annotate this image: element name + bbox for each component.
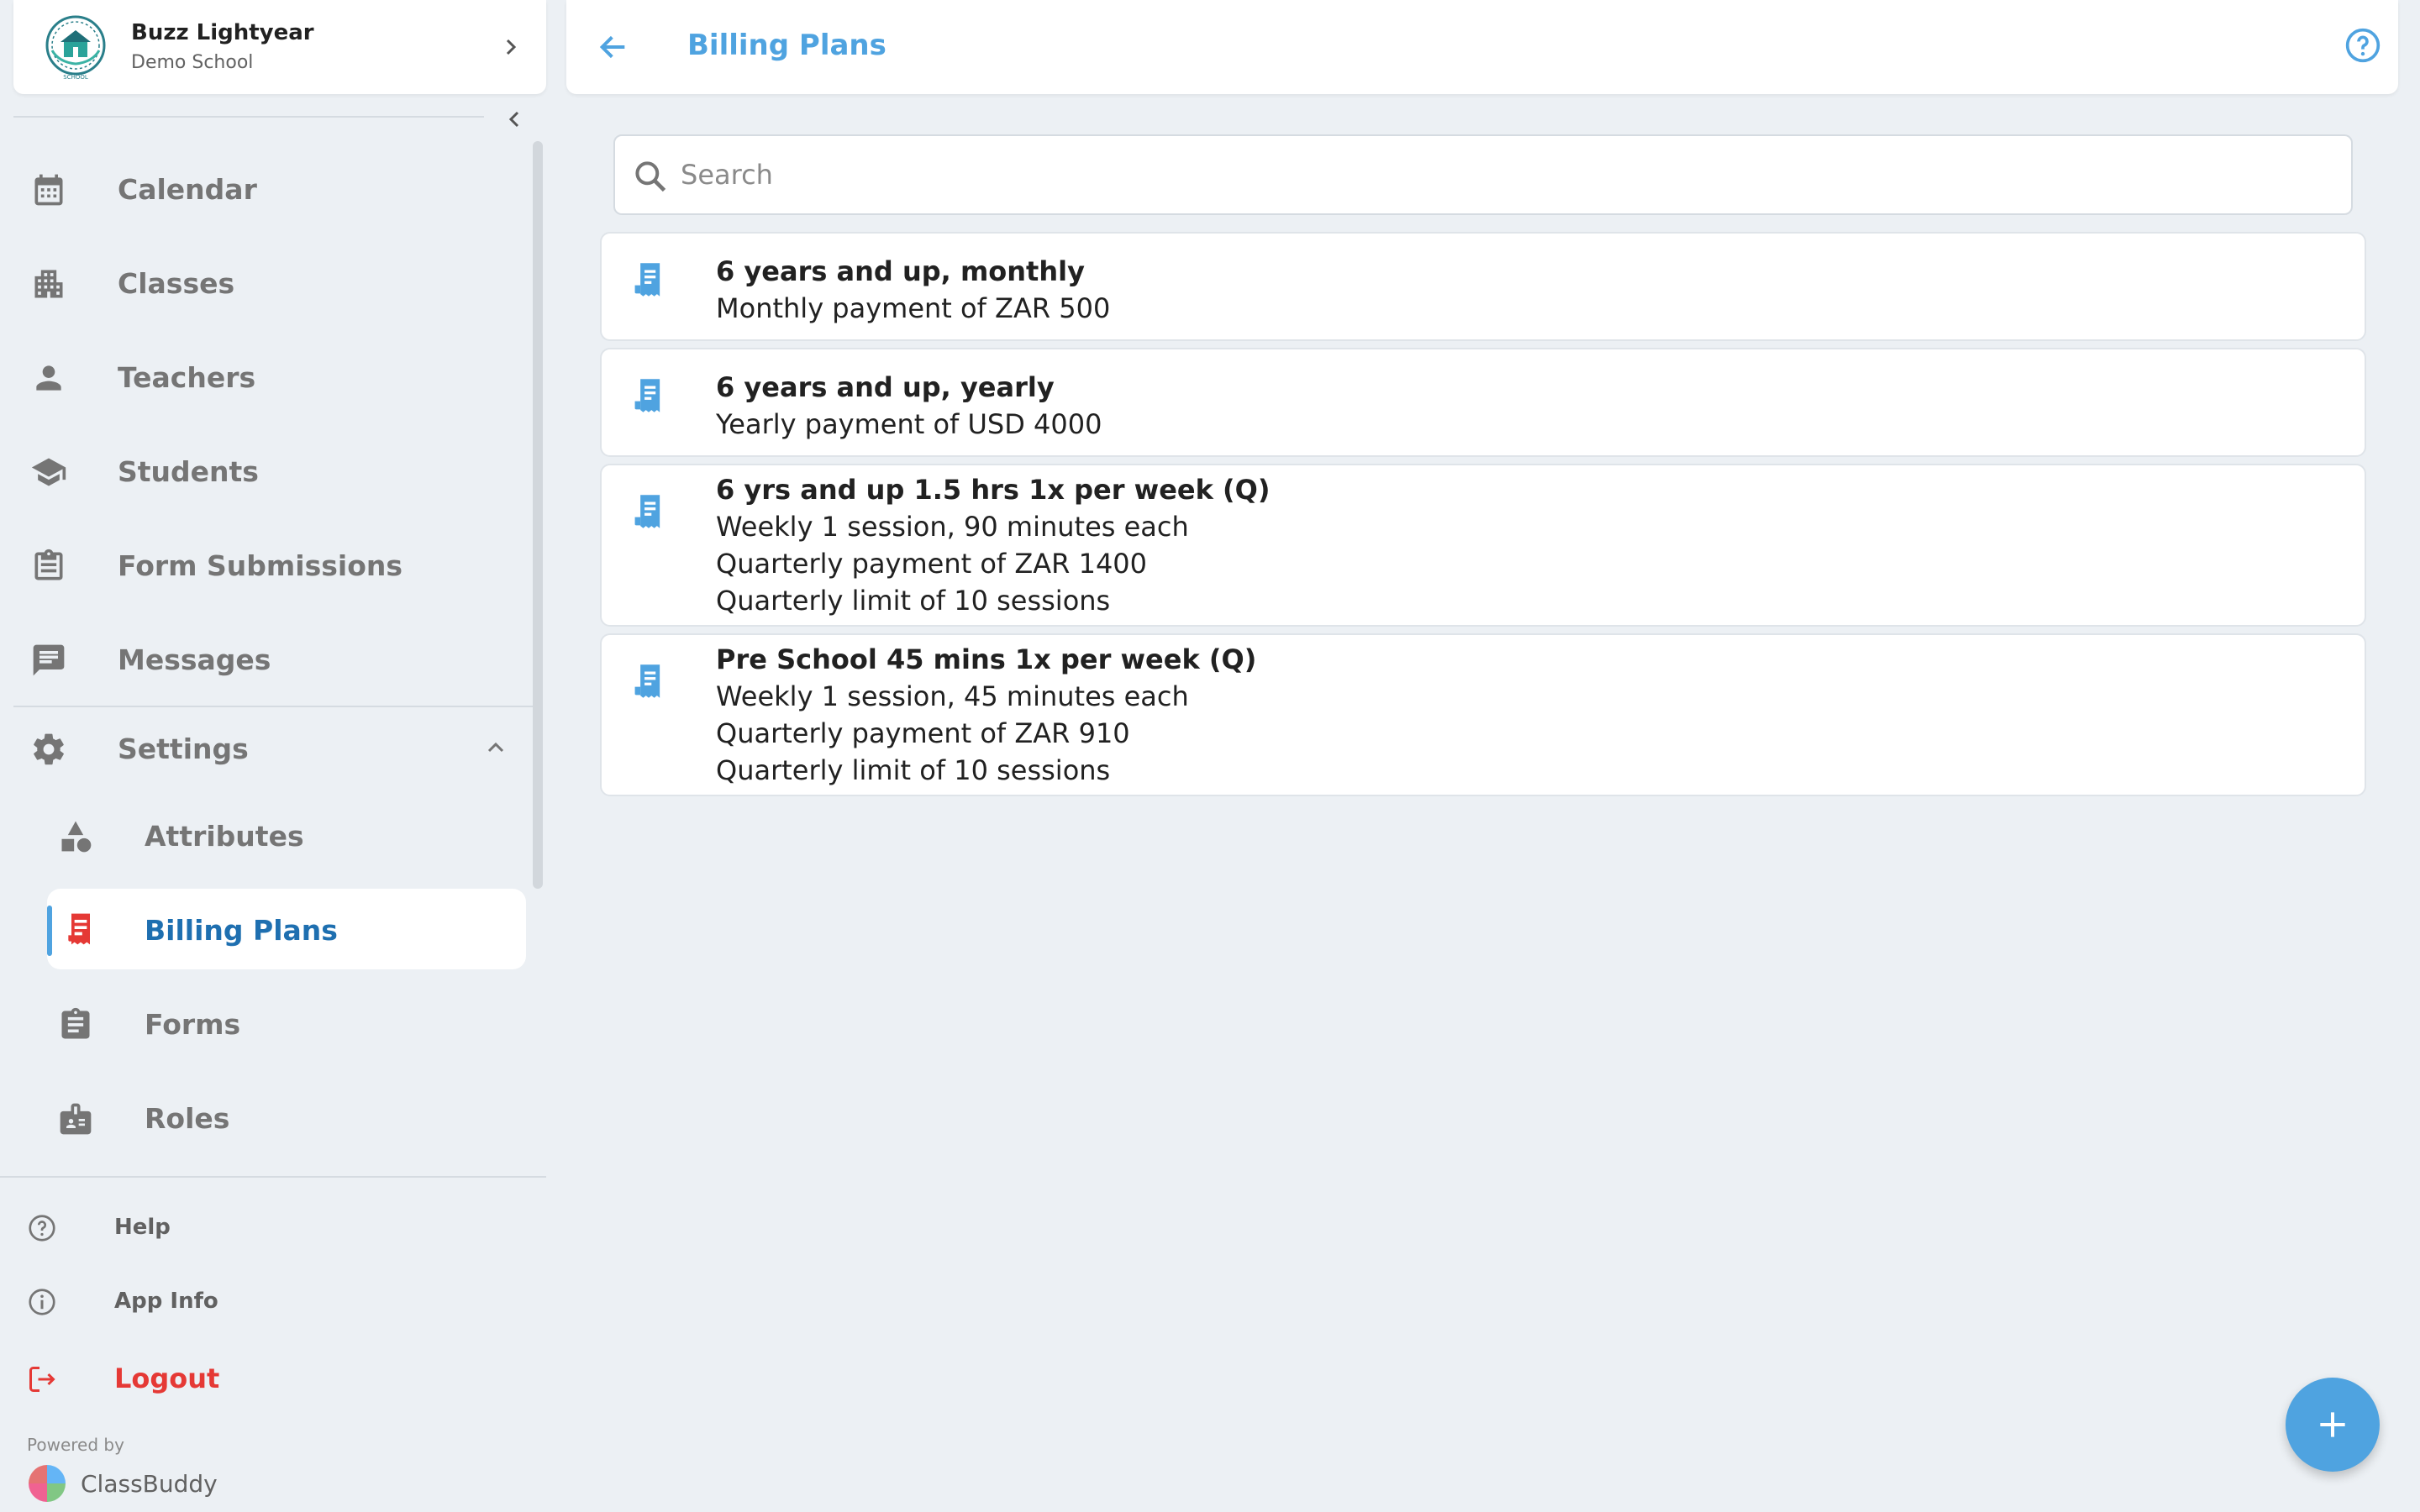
profile-card[interactable]: SCHOOL Buzz Lightyear Demo School [13,0,546,94]
search-bar[interactable] [613,134,2353,215]
chevron-up-icon[interactable] [482,734,509,761]
receipt-icon [634,263,660,297]
profile-name: Buzz Lightyear [131,20,314,45]
nav-item-teachers[interactable]: Teachers [13,343,518,410]
plan-detail: Quarterly limit of 10 sessions [716,585,1111,617]
nav-item-students[interactable]: Students [13,437,518,504]
nav-label: Roles [145,1102,230,1135]
list-item[interactable]: Pre School 45 mins 1x per week (Q) Weekl… [600,633,2366,796]
divider [0,1176,546,1178]
help-icon [29,1215,55,1242]
nav-item-classes[interactable]: Classes [13,249,518,316]
plan-title: 6 years and up, monthly [716,255,1085,287]
sidebar-item-billing-plans[interactable]: Billing Plans [47,889,526,969]
search-input[interactable] [681,151,2328,198]
clipboard-list-icon [34,549,63,580]
receipt-icon [634,664,660,698]
nav-item-settings[interactable]: Settings [13,714,518,781]
plan-detail: Quarterly payment of ZAR 1400 [716,548,1148,580]
list-item[interactable]: 6 yrs and up 1.5 hrs 1x per week (Q) Wee… [600,464,2366,627]
powered-by-label: Powered by [27,1435,124,1455]
sidebar-scrollbar[interactable] [533,141,543,889]
plan-detail: Weekly 1 session, 90 minutes each [716,511,1189,543]
collapse-sidebar-icon[interactable] [501,106,528,133]
help-label: Help [114,1215,171,1240]
nav-label: Teachers [118,361,256,394]
gear-icon [34,733,64,765]
plan-title: 6 yrs and up 1.5 hrs 1x per week (Q) [716,474,1270,506]
nav-label: Classes [118,267,235,300]
plan-detail: Quarterly payment of ZAR 910 [716,717,1130,749]
svg-text:SCHOOL: SCHOOL [63,74,88,81]
plan-detail: Monthly payment of ZAR 500 [716,292,1111,324]
search-icon [635,161,666,192]
list-item[interactable]: 6 years and up, yearly Yearly payment of… [600,348,2366,457]
app-info-label: App Info [114,1289,218,1314]
person-icon [36,365,61,391]
active-indicator [47,906,52,956]
nav-label: Calendar [118,173,257,206]
plan-detail: Weekly 1 session, 45 minutes each [716,680,1189,712]
top-bar: Billing Plans [566,0,2398,94]
app-info-link[interactable]: App Info [13,1277,518,1327]
help-link[interactable]: Help [13,1203,518,1253]
nav-label: Students [118,455,259,488]
nav-label: Form Submissions [118,549,403,582]
logout-label: Logout [114,1362,220,1394]
brand-name: ClassBuddy [81,1470,218,1498]
clipboard-icon [61,1007,90,1039]
plan-title: 6 years and up, yearly [716,371,1055,403]
plan-detail: Yearly payment of USD 4000 [716,408,1102,440]
id-badge-icon [60,1103,92,1135]
nav-item-messages[interactable]: Messages [13,625,518,692]
sidebar-item-forms[interactable]: Forms [13,990,518,1057]
receipt-icon [634,495,660,528]
logout-icon [29,1367,55,1392]
message-icon [33,644,65,676]
sidebar-item-attributes[interactable]: Attributes [13,801,518,869]
nav-label: Attributes [145,820,304,853]
page-title: Billing Plans [687,29,886,62]
nav-label: Billing Plans [145,914,338,947]
back-arrow-icon[interactable] [597,30,630,64]
shapes-icon [61,821,92,853]
help-icon[interactable] [2344,27,2381,64]
nav-label: Forms [145,1008,241,1041]
receipt-icon [634,379,660,412]
nav-label: Settings [118,732,249,765]
classbuddy-logo-icon [29,1465,66,1502]
divider [13,116,484,118]
plan-title: Pre School 45 mins 1x per week (Q) [716,643,1257,675]
classes-icon [34,270,63,298]
nav-item-calendar[interactable]: Calendar [13,155,518,222]
school-logo-icon: SCHOOL [45,15,106,81]
sidebar-item-roles[interactable]: Roles [13,1084,518,1151]
nav-item-form-submissions[interactable]: Form Submissions [13,531,518,598]
profile-school: Demo School [131,52,254,73]
logout-button[interactable]: Logout [13,1354,518,1404]
graduation-cap-icon [31,458,66,486]
add-billing-plan-button[interactable] [2286,1378,2380,1472]
nav-label: Messages [118,643,271,676]
chevron-right-icon [506,39,517,55]
calendar-icon [34,174,63,206]
plus-icon [2320,1412,2345,1437]
info-icon [29,1289,55,1315]
list-item[interactable]: 6 years and up, monthly Monthly payment … [600,232,2366,341]
sidebar: SCHOOL Buzz Lightyear Demo School Calend… [0,0,546,1512]
receipt-icon [68,913,90,945]
divider [13,706,533,707]
plan-detail: Quarterly limit of 10 sessions [716,754,1111,786]
